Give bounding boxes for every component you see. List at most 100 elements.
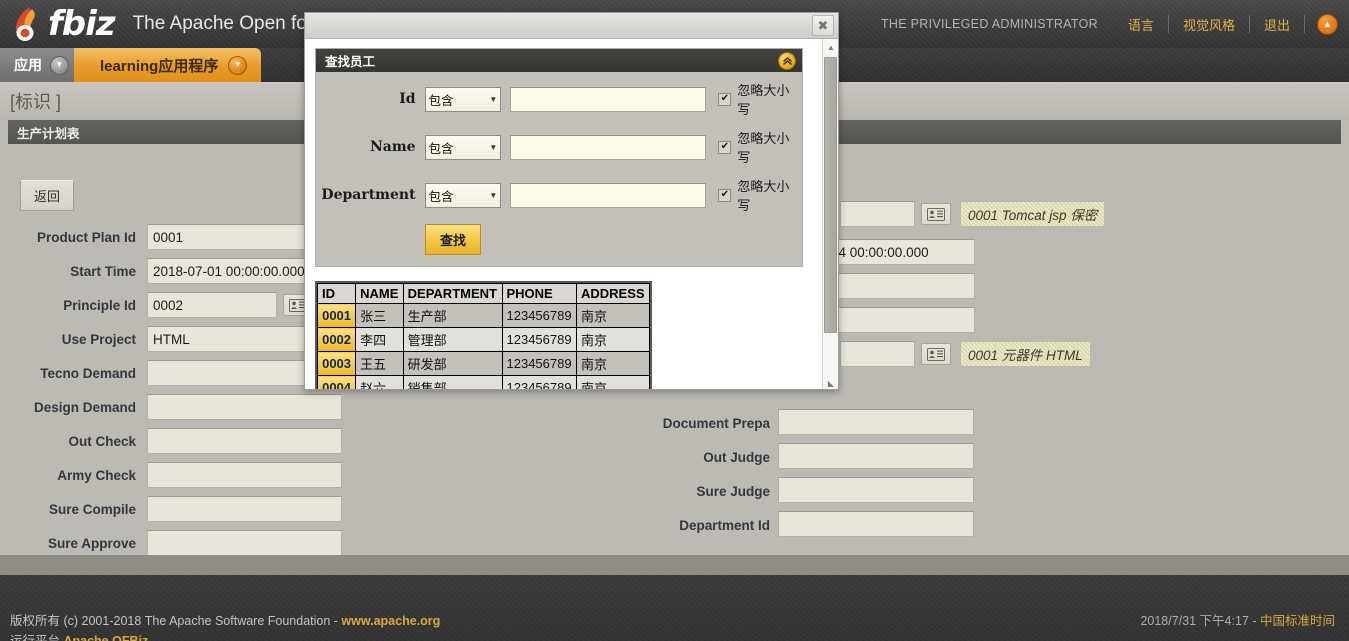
- modal-scrollbar[interactable]: ▲ ◣: [822, 39, 838, 389]
- table-cell: 赵六: [355, 375, 404, 389]
- table-row[interactable]: 0001 张三 生产部 123456789 南京: [316, 303, 651, 328]
- field-input[interactable]: [147, 530, 342, 556]
- person-list-icon: [927, 207, 945, 221]
- search-submit-row: 查找: [316, 224, 802, 255]
- ignore-case-checkbox[interactable]: ✔: [718, 140, 732, 154]
- search-field-label: Name: [369, 139, 416, 155]
- scroll-up-icon[interactable]: ▲: [823, 39, 838, 55]
- employee-id-link[interactable]: 0002: [322, 332, 351, 347]
- table-cell: 南京: [575, 351, 651, 376]
- header-divider: [1304, 15, 1305, 33]
- results-header-row: ID NAME DEPARTMENT PHONE ADDRESS: [316, 283, 651, 304]
- employee-results-table: ID NAME DEPARTMENT PHONE ADDRESS 0001 张三 生产部 12…: [316, 283, 651, 389]
- search-text-input[interactable]: [510, 134, 707, 160]
- field-input[interactable]: [825, 273, 975, 299]
- table-cell: 研发部: [402, 351, 503, 376]
- tab-learning-app[interactable]: learning应用程序 ▼: [74, 48, 262, 82]
- table-cell: 南京: [575, 327, 651, 352]
- results-column-header: NAME: [355, 283, 404, 304]
- field-row: [825, 273, 975, 299]
- scrollbar-thumb[interactable]: [824, 57, 837, 333]
- search-text-input[interactable]: [510, 86, 707, 112]
- ofbiz-logo[interactable]: fbiz: [0, 6, 116, 42]
- operator-select[interactable]: 包含 ▼: [424, 134, 502, 160]
- employee-id-link[interactable]: 0003: [322, 356, 351, 371]
- footer-apache-link[interactable]: www.apache.org: [341, 614, 440, 628]
- chevron-down-icon[interactable]: ▼: [228, 55, 248, 75]
- employee-search-panel: 查找员工 Id 包含 ▼ ✔ 忽略大小写 Name 包含 ▼ ✔ 忽略大小写 Department 包…: [315, 48, 803, 267]
- ignore-case-checkbox[interactable]: ✔: [718, 188, 732, 202]
- table-cell: 张三: [355, 303, 404, 328]
- field-input[interactable]: [147, 428, 342, 454]
- field-input[interactable]: [147, 496, 342, 522]
- chevron-down-icon[interactable]: ▼: [50, 56, 69, 75]
- operator-select[interactable]: 包含 ▼: [424, 86, 502, 112]
- field-label: Sure Approve: [47, 535, 136, 551]
- collapse-icon[interactable]: [778, 51, 796, 70]
- ignore-case-label: 忽略大小写: [737, 131, 790, 165]
- modal-titlebar[interactable]: ✖: [305, 13, 838, 39]
- search-field-label: Department: [321, 187, 416, 203]
- lookup-button[interactable]: [921, 343, 951, 365]
- field-input[interactable]: [147, 292, 277, 318]
- back-button[interactable]: 返回: [20, 180, 75, 211]
- field-input[interactable]: [778, 409, 974, 435]
- resize-grip-icon[interactable]: ◣: [823, 375, 838, 389]
- header-link-visual-theme[interactable]: 视觉风格: [1169, 15, 1249, 34]
- field-label: Out Judge: [703, 450, 770, 465]
- field-row: Design Demand: [18, 394, 342, 420]
- ignore-case-checkbox[interactable]: ✔: [718, 92, 732, 106]
- employee-id-link[interactable]: 0004: [322, 380, 351, 389]
- user-menu-button[interactable]: ▲: [1317, 13, 1338, 35]
- back-button-wrapper: 返回: [20, 180, 75, 211]
- ignore-case-group: ✔ 忽略大小写: [718, 80, 802, 118]
- field-row: [778, 443, 974, 469]
- field-row: Sure Compile: [18, 496, 342, 522]
- field-input[interactable]: [778, 477, 974, 503]
- application-root: fbiz The Apache Open for Busi THE PRIVIL…: [0, 0, 1349, 641]
- page-footer: 版权所有 (c) 2001-2018 The Apache Software F…: [0, 575, 1349, 641]
- footer-copyright-line: 版权所有 (c) 2001-2018 The Apache Software F…: [10, 610, 440, 629]
- table-row[interactable]: 0004 赵六 销售部 123456789 南京: [316, 375, 651, 389]
- table-cell: 销售部: [402, 375, 503, 389]
- close-icon[interactable]: ✖: [812, 15, 834, 36]
- field-input[interactable]: [778, 511, 974, 537]
- table-row[interactable]: 0003 王五 研发部 123456789 南京: [316, 351, 651, 376]
- footer-platform-line: 运行平台 Apache OFBiz: [10, 630, 148, 641]
- footer-datetime-value: 2018/7/31 下午4:17 -: [1140, 614, 1260, 628]
- field-input[interactable]: [840, 341, 915, 367]
- field-label: Sure Judge: [696, 484, 770, 499]
- search-field-label: Id: [399, 91, 416, 107]
- ignore-case-label: 忽略大小写: [737, 83, 790, 117]
- results-column-header: ID: [316, 283, 357, 304]
- table-cell: 123456789: [501, 327, 577, 352]
- footer-platform-text: 运行平台: [10, 634, 64, 641]
- field-input[interactable]: [147, 394, 342, 420]
- field-row: [825, 239, 975, 265]
- lookup-button[interactable]: [921, 203, 951, 225]
- operator-select[interactable]: 包含 ▼: [424, 182, 502, 208]
- field-label: Sure Compile: [48, 501, 136, 517]
- field-row: Use Project: [18, 326, 342, 352]
- footer-ofbiz-link[interactable]: Apache OFBiz: [63, 634, 148, 641]
- header-link-language[interactable]: 语言: [1114, 15, 1168, 34]
- field-input[interactable]: [147, 462, 342, 488]
- field-row: 0001 Tomcat jsp 保密: [840, 201, 1104, 227]
- search-submit-button[interactable]: 查找: [425, 224, 482, 255]
- field-input[interactable]: [825, 239, 975, 265]
- cell-id: 0002: [316, 327, 357, 352]
- employee-id-link[interactable]: 0001: [322, 308, 351, 323]
- search-text-input[interactable]: [510, 182, 707, 208]
- person-list-icon: [927, 347, 945, 361]
- header-link-logout[interactable]: 退出: [1250, 15, 1304, 34]
- search-field-row: Department 包含 ▼ ✔ 忽略大小写: [316, 176, 802, 214]
- field-input[interactable]: [825, 307, 975, 333]
- field-input[interactable]: [840, 201, 915, 227]
- field-input[interactable]: [778, 443, 974, 469]
- footer-timezone: 中国标准时间: [1259, 614, 1335, 628]
- table-cell: 王五: [355, 351, 404, 376]
- table-row[interactable]: 0002 李四 管理部 123456789 南京: [316, 327, 651, 352]
- table-cell: 南京: [575, 303, 651, 328]
- search-panel-title: 查找员工: [325, 55, 376, 69]
- ignore-case-label: 忽略大小写: [737, 179, 790, 213]
